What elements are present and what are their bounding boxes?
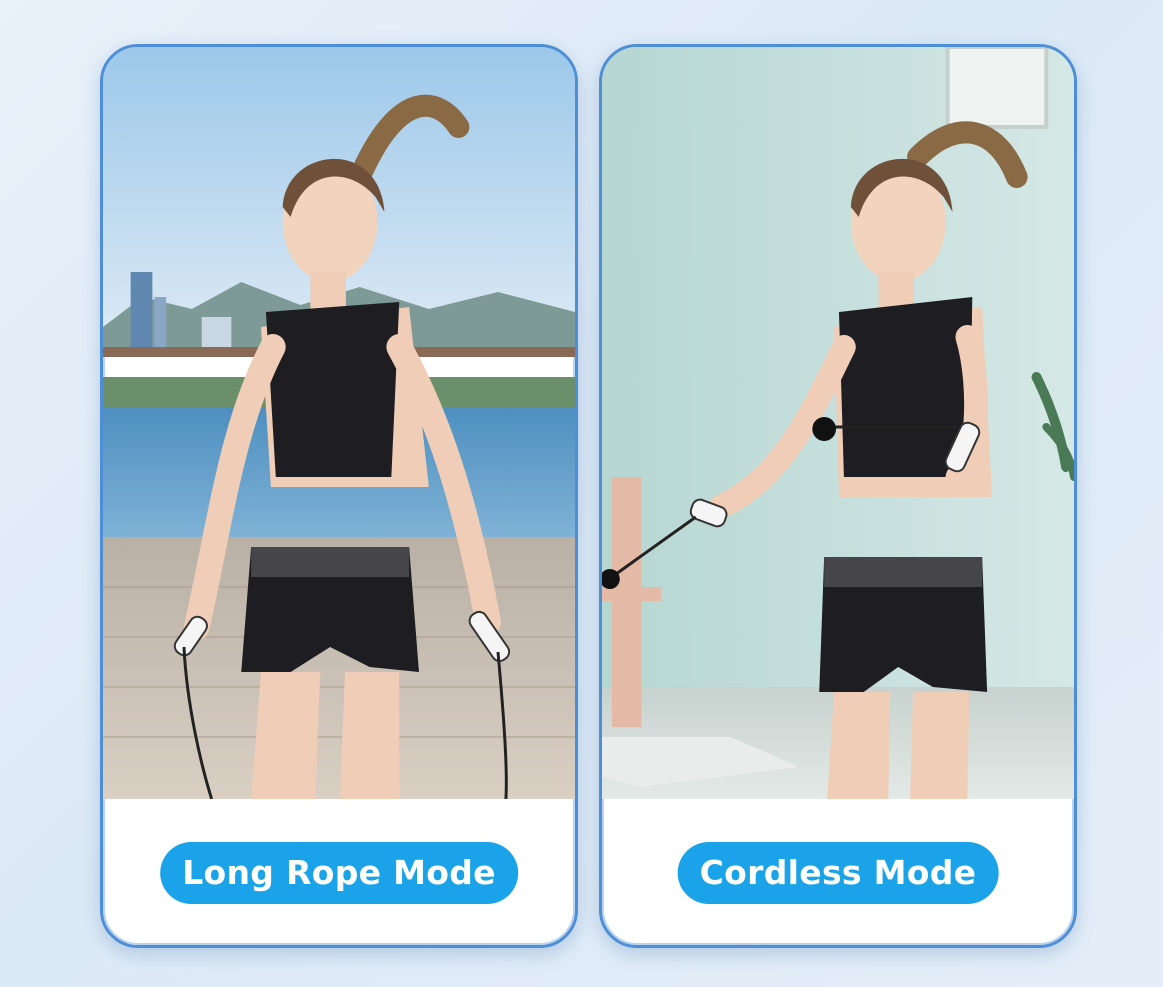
long-rope-mode-label: Long Rope Mode [160, 842, 518, 904]
long-rope-photo [103, 47, 575, 799]
cordless-photo [602, 47, 1074, 799]
cordless-mode-label: Cordless Mode [677, 842, 999, 904]
card-long-rope-mode: Long Rope Mode [100, 44, 578, 948]
card-cordless-mode: Cordless Mode [599, 44, 1077, 948]
